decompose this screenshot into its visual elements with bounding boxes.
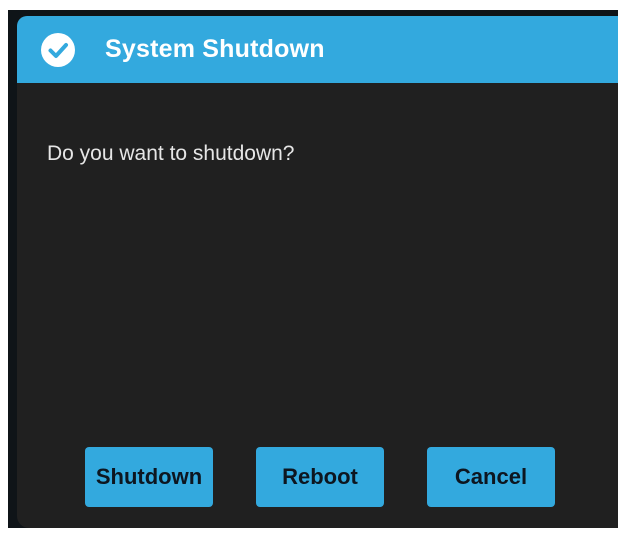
shutdown-button[interactable]: Shutdown (85, 447, 213, 507)
dialog-title: System Shutdown (105, 35, 325, 63)
reboot-button[interactable]: Reboot (256, 447, 384, 507)
cancel-button[interactable]: Cancel (427, 447, 555, 507)
check-circle-icon (41, 32, 75, 67)
dialog-titlebar: System Shutdown (17, 16, 618, 83)
dialog-message: Do you want to shutdown? (47, 142, 295, 165)
shutdown-dialog: System Shutdown Do you want to shutdown?… (17, 16, 618, 528)
